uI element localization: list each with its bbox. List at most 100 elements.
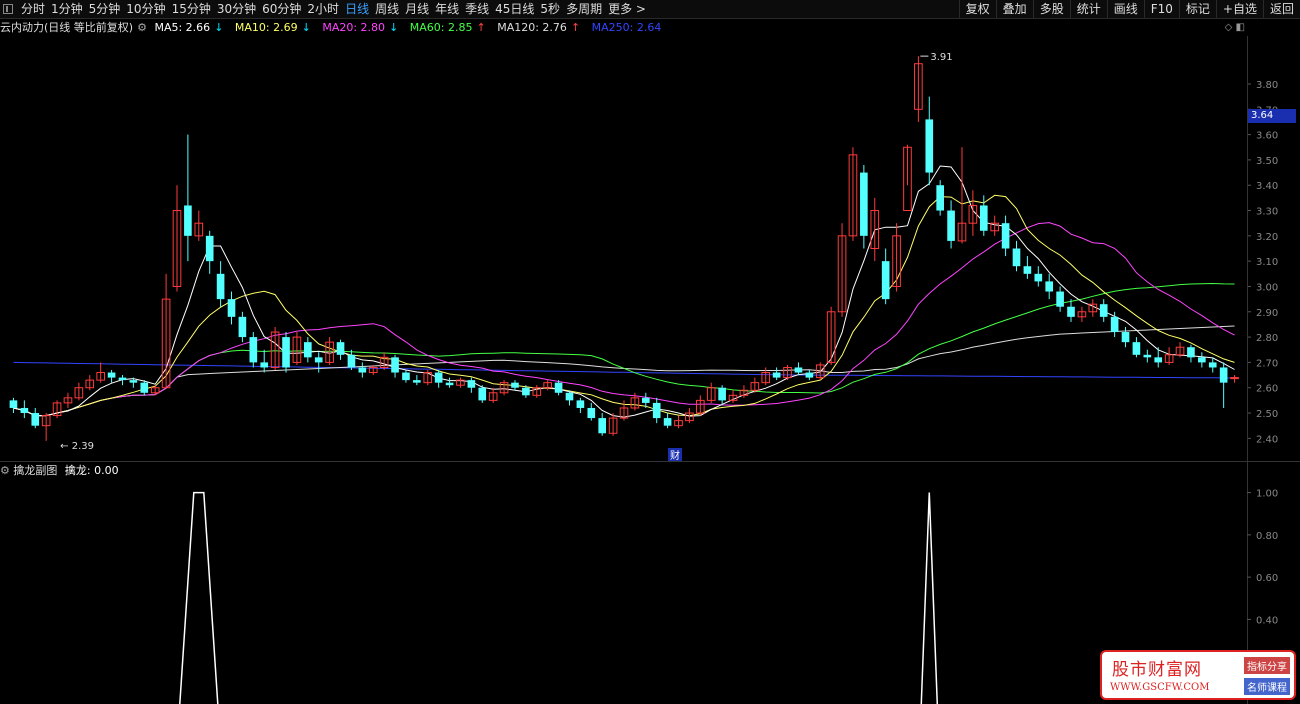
period-tab[interactable]: 1分钟	[48, 2, 86, 17]
sub-axis-label: 0.40	[1256, 615, 1278, 626]
candle-body	[1198, 357, 1206, 363]
candle-body	[1121, 332, 1130, 343]
candle-body	[402, 372, 410, 381]
watermark-tag-share: 指标分享	[1244, 657, 1290, 674]
toolbar: 分时 1分钟 5分钟 10分钟 15分钟 30分钟 60分钟 2小时 日线 周线 月线 年线 季线 45日…	[0, 0, 1300, 19]
tool-button[interactable]: 标记	[1178, 0, 1216, 19]
candle-body	[20, 407, 29, 414]
tool-button[interactable]: +自选	[1215, 0, 1263, 19]
ma250-label: MA250: 2.64	[591, 21, 662, 34]
candle-body	[184, 205, 192, 236]
candle-body	[260, 362, 269, 368]
period-tab[interactable]: 30分钟	[214, 2, 259, 17]
period-tab[interactable]: 15分钟	[169, 2, 214, 17]
ma20-label: MA20: 2.80 ↓	[322, 21, 399, 34]
price-axis-label: 3.30	[1256, 207, 1278, 218]
window-controls[interactable]: ◇ ◧	[1225, 22, 1245, 33]
candle-body	[304, 342, 312, 358]
sub-axis-label: 1.00	[1256, 489, 1278, 500]
price-axis-label: 3.40	[1256, 181, 1278, 192]
period-tab[interactable]: 日线	[342, 2, 372, 17]
price-axis-label: 2.60	[1256, 384, 1278, 395]
candle-body	[1001, 223, 1010, 249]
candle-body	[140, 382, 149, 393]
candle-body	[358, 367, 367, 373]
watermark-tag-course: 名师课程	[1244, 678, 1290, 695]
candle-body	[1045, 281, 1054, 292]
period-tab[interactable]: 5秒	[537, 2, 563, 17]
candle-body	[641, 397, 650, 403]
sub-axis-label: 0.60	[1256, 573, 1278, 584]
candle-body	[1219, 367, 1228, 383]
candle-body	[238, 316, 247, 338]
price-chart[interactable]: 3.803.703.603.503.403.303.203.103.002.90…	[0, 36, 1300, 461]
candle-body	[1056, 291, 1064, 307]
candle-body	[511, 382, 519, 388]
candle-body	[598, 418, 607, 434]
current-price-box: 3.64	[1248, 109, 1296, 123]
candle-body	[216, 273, 225, 300]
price-axis-label: 3.60	[1256, 131, 1278, 142]
settings-icon[interactable]: ⚙	[137, 21, 147, 34]
candle-body	[445, 382, 454, 386]
candle-body	[1099, 304, 1108, 317]
period-tab[interactable]: 更多 >	[605, 2, 649, 17]
price-axis-label: 2.40	[1256, 434, 1278, 445]
tool-button[interactable]: 返回	[1262, 0, 1300, 19]
tool-button[interactable]: 统计	[1069, 0, 1107, 19]
candle-body	[522, 387, 530, 396]
candle-body	[1023, 266, 1032, 274]
candle-body	[1208, 362, 1217, 368]
candle-body	[1154, 357, 1163, 363]
candle-body	[9, 400, 18, 408]
candle-body	[1067, 306, 1075, 317]
tool-button[interactable]: 画线	[1106, 0, 1144, 19]
candle-body	[925, 119, 934, 173]
period-tab[interactable]: 周线	[372, 2, 402, 17]
price-axis-label: 2.50	[1256, 409, 1278, 420]
candle-body	[1132, 342, 1141, 355]
period-tab[interactable]: 45日线	[492, 2, 537, 17]
candle-body	[1034, 273, 1043, 282]
candle-body	[881, 261, 890, 300]
candle-body	[979, 205, 988, 231]
price-axis-label: 2.90	[1256, 308, 1278, 319]
candle-body	[718, 387, 726, 401]
panel-toggle-icon[interactable]	[3, 4, 13, 14]
ma60-line	[13, 282, 1235, 417]
candle-body	[772, 372, 781, 378]
low-price-label: ← 2.39	[60, 441, 94, 452]
period-tab[interactable]: 分时	[18, 2, 48, 17]
high-price-label: 3.91	[930, 52, 952, 63]
candle-body	[587, 407, 596, 419]
price-axis-label: 2.70	[1256, 358, 1278, 369]
period-tab[interactable]: 月线	[402, 2, 432, 17]
watermark-url: WWW.GSCFW.COM	[1110, 682, 1210, 693]
right-tools: 复权 叠加 多股 统计 画线 F10 标记 +自选 返回	[958, 0, 1300, 19]
tool-button[interactable]: 叠加	[995, 0, 1033, 19]
period-tab[interactable]: 5分钟	[86, 2, 124, 17]
period-tab[interactable]: 10分钟	[123, 2, 168, 17]
ma10-label: MA10: 2.69 ↓	[234, 21, 311, 34]
tool-button[interactable]: F10	[1143, 0, 1179, 19]
period-tab[interactable]: 季线	[462, 2, 492, 17]
candle-body	[467, 380, 476, 388]
candle-body	[205, 235, 214, 262]
candle-body	[314, 357, 323, 363]
ma5-label: MA5: 2.66 ↓	[154, 21, 224, 34]
ma5-line	[13, 165, 1235, 418]
candle-body	[336, 342, 345, 355]
candle-body	[227, 299, 236, 317]
tool-button[interactable]: 多股	[1032, 0, 1070, 19]
period-tab[interactable]: 年线	[432, 2, 462, 17]
candle-body	[1230, 377, 1239, 380]
finance-marker-text: 财	[670, 449, 680, 461]
period-tab[interactable]: 多周期	[563, 2, 605, 17]
period-tab[interactable]: 2小时	[304, 2, 342, 17]
tool-button[interactable]: 复权	[958, 0, 996, 19]
candle-body	[936, 185, 944, 211]
candle-body	[31, 413, 40, 426]
period-tab[interactable]: 60分钟	[259, 2, 304, 17]
candle-body	[118, 377, 127, 381]
candle-body	[107, 372, 116, 378]
